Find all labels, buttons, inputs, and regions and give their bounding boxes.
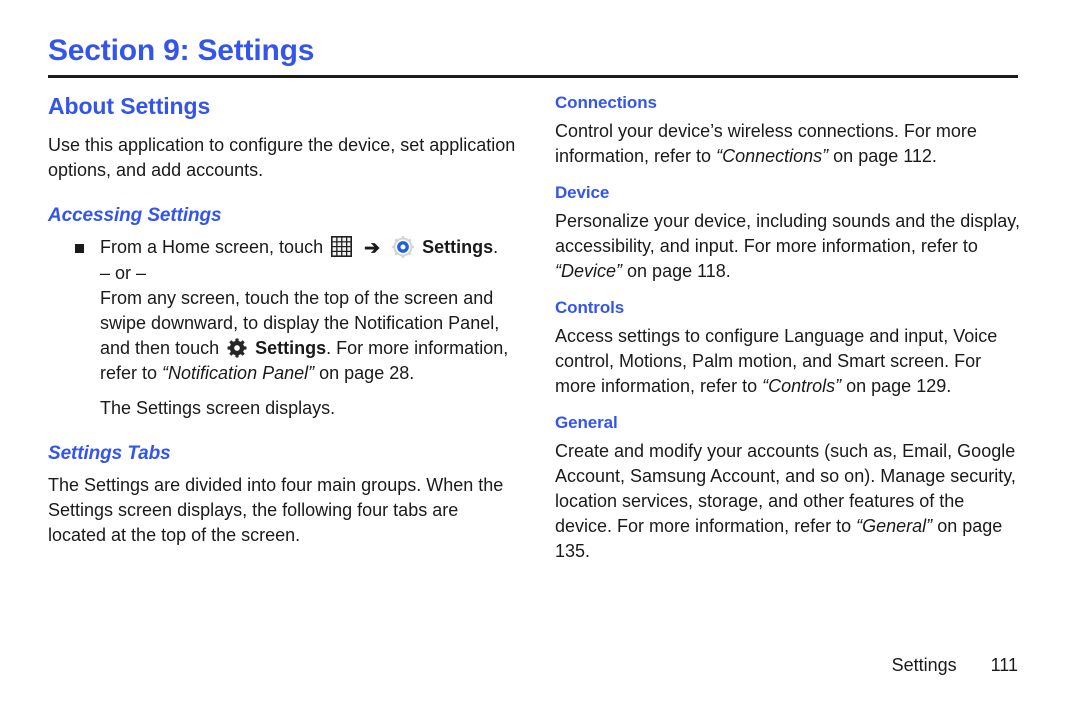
settings-tab-entry: Controls Access settings to configure La…	[555, 298, 1025, 399]
heading-tab-controls: Controls	[555, 298, 625, 317]
arrow-right-icon: ➔	[364, 238, 381, 259]
tab-desc-text-before: Personalize your device, including sound…	[555, 211, 1020, 256]
settings-app-label: Settings	[422, 237, 494, 257]
document-page: Section 9: Settings About Settings Use t…	[0, 0, 1080, 720]
title-divider	[48, 75, 1018, 78]
accessing-step-primary: From a Home screen, touch ➔ Settings.	[100, 235, 518, 261]
alt-step-text-part3: on page 28.	[319, 363, 415, 383]
settings-tab-entry: Connections Control your device’s wirele…	[555, 93, 1025, 169]
page-footer: Settings 111	[892, 655, 1018, 676]
heading-accessing-settings: Accessing Settings	[48, 205, 222, 226]
accessing-step-text-before: From a Home screen, touch	[100, 237, 324, 257]
right-column: Connections Control your device’s wirele…	[555, 93, 1025, 574]
cross-reference-general: “General”	[856, 516, 933, 536]
heading-settings-tabs: Settings Tabs	[48, 443, 171, 464]
cross-reference-connections: “Connections”	[716, 146, 829, 166]
tab-description-controls: Access settings to configure Language an…	[555, 324, 1025, 399]
cross-reference-controls: “Controls”	[762, 376, 842, 396]
settings-tab-entry: General Create and modify your accounts …	[555, 413, 1025, 564]
tab-desc-text-after: on page 112.	[833, 146, 937, 166]
tab-desc-text-after: on page 118.	[627, 261, 731, 281]
heading-tab-device: Device	[555, 183, 610, 202]
heading-about-settings: About Settings	[48, 93, 211, 119]
settings-gear-blue-icon	[392, 236, 414, 258]
cross-reference-device: “Device”	[555, 261, 623, 281]
accessing-result-text: The Settings screen displays.	[100, 398, 336, 418]
settings-tab-entry: Device Personalize your device, includin…	[555, 183, 1025, 284]
footer-section-label: Settings	[891, 655, 957, 675]
settings-tabs-body: The Settings are divided into four main …	[48, 475, 504, 545]
settings-gear-dark-icon	[227, 338, 247, 358]
page-title: Section 9: Settings	[48, 34, 315, 67]
heading-tab-general: General	[555, 413, 618, 432]
tab-description-general: Create and modify your accounts (such as…	[555, 439, 1025, 564]
heading-tab-connections: Connections	[555, 93, 657, 112]
alt-settings-app-label: Settings	[255, 338, 327, 358]
tab-description-device: Personalize your device, including sound…	[555, 209, 1025, 284]
accessing-step-alternate: From any screen, touch the top of the sc…	[100, 286, 518, 386]
cross-reference-notification-panel: “Notification Panel”	[162, 363, 315, 383]
apps-grid-icon	[331, 236, 353, 257]
tab-description-connections: Control your device’s wireless connectio…	[555, 119, 1025, 169]
list-item: From a Home screen, touch ➔ Settings. – …	[62, 235, 518, 421]
accessing-step-period: .	[493, 237, 499, 257]
left-column: About Settings Use this application to c…	[48, 93, 518, 558]
about-settings-intro: Use this application to configure the de…	[48, 135, 516, 180]
or-separator: – or –	[100, 263, 147, 283]
bullet-square-icon	[75, 244, 84, 253]
footer-page-number: 111	[990, 655, 1018, 675]
tab-desc-text-after: on page 129.	[846, 376, 952, 396]
